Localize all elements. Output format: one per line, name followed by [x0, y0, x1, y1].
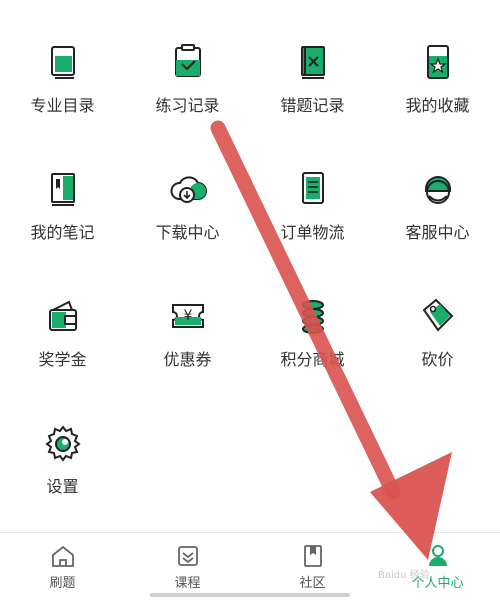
menu-item-label: 下载中心: [155, 223, 220, 242]
gear-icon: [44, 425, 81, 462]
cloud-download-icon: [170, 176, 207, 203]
customer-service-icon: [424, 176, 451, 204]
tab-practice[interactable]: 刷题: [0, 533, 125, 600]
tab-label: 社区: [299, 576, 326, 591]
clipboard-check-icon: [174, 44, 201, 77]
wrong-book-icon: [300, 46, 325, 79]
menu-item-scholarship[interactable]: 奖学金: [0, 254, 125, 374]
menu-item-download-center[interactable]: 下载中心: [125, 127, 250, 247]
menu-item-practice-record[interactable]: 练习记录: [125, 0, 250, 120]
menu-item-label: 优惠券: [163, 350, 212, 369]
menu-item-label: 专业目录: [30, 96, 95, 115]
tab-course[interactable]: 课程: [125, 533, 250, 600]
menu-item-label: 砍价: [421, 350, 454, 369]
menu-item-label: 错题记录: [280, 96, 345, 115]
menu-item-major-catalog[interactable]: 专业目录: [0, 0, 125, 120]
menu-item-settings[interactable]: 设置: [0, 381, 125, 501]
price-tag-icon: [422, 298, 453, 332]
menu-item-wrong-record[interactable]: 错题记录: [250, 0, 375, 120]
coupon-icon: ¥: [171, 304, 204, 328]
menu-item-label: 客服中心: [405, 223, 470, 242]
home-icon: [51, 545, 74, 567]
community-icon: [303, 545, 322, 567]
order-list-icon: [301, 172, 324, 204]
svg-text:¥: ¥: [183, 308, 192, 324]
watermark: Baidu 经验: [378, 570, 430, 581]
wallet-icon: [48, 300, 77, 331]
home-indicator: [150, 593, 350, 597]
tab-label: 刷题: [49, 576, 76, 591]
menu-item-points-mall[interactable]: 积分商城: [250, 254, 375, 374]
notebook-icon: [50, 173, 75, 206]
course-icon: [177, 546, 198, 566]
menu-item-label: 设置: [46, 477, 79, 496]
coins-icon: [301, 300, 324, 334]
book-icon: [50, 46, 75, 79]
menu-item-my-favorites[interactable]: 我的收藏: [375, 0, 500, 120]
menu-item-label: 我的笔记: [30, 223, 95, 242]
tab-label: 课程: [174, 576, 201, 591]
menu-item-customer-service[interactable]: 客服中心: [375, 127, 500, 247]
menu-item-order-logistics[interactable]: 订单物流: [250, 127, 375, 247]
menu-item-my-notes[interactable]: 我的笔记: [0, 127, 125, 247]
menu-grid: 专业目录 练习记录 错题记录 我的收藏 我的笔记 下载中心 订单物流 客服中心 …: [0, 0, 500, 530]
menu-item-label: 我的收藏: [405, 96, 470, 115]
menu-item-label: 练习记录: [155, 96, 220, 115]
menu-item-label: 订单物流: [280, 223, 345, 242]
tab-community[interactable]: 社区: [250, 533, 375, 600]
menu-item-label: 奖学金: [38, 350, 87, 369]
menu-item-label: 积分商城: [280, 350, 345, 369]
menu-item-bargain[interactable]: 砍价: [375, 254, 500, 374]
star-phone-icon: [426, 45, 449, 79]
menu-item-coupons[interactable]: ¥ 优惠券: [125, 254, 250, 374]
